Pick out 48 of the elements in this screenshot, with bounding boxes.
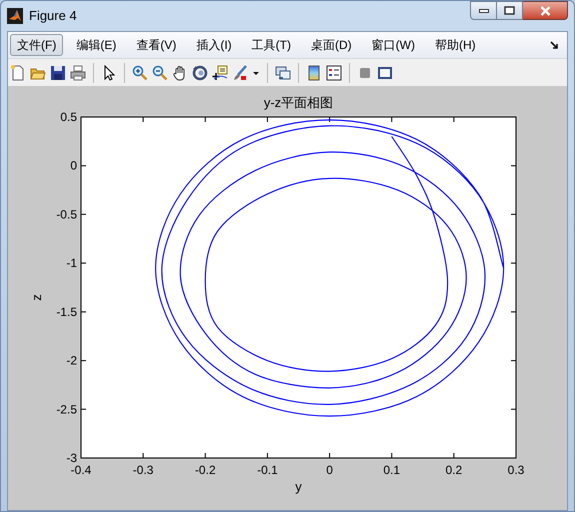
save-icon[interactable]	[50, 64, 66, 80]
dock-arrow-icon[interactable]	[550, 40, 559, 50]
tick-label: -1	[66, 256, 77, 270]
data-cursor-icon[interactable]	[212, 64, 228, 80]
tick-label: -0.5	[56, 207, 77, 222]
menu-item[interactable]: 编辑(E)	[69, 34, 124, 56]
app-logo-icon	[7, 8, 23, 24]
tick-label: -0.1	[257, 463, 278, 477]
restore-button[interactable]	[497, 1, 523, 20]
menu-item[interactable]: 工具(T)	[244, 34, 298, 56]
minimize-button[interactable]	[470, 1, 497, 20]
menu-item[interactable]: 文件(F)	[10, 34, 64, 56]
tick-label: -1.5	[56, 304, 77, 319]
chart-title: y-z平面相图	[264, 95, 334, 110]
menu-item[interactable]: 桌面(D)	[304, 34, 359, 56]
axis-label: y	[295, 479, 302, 494]
tick-label: -2	[66, 354, 77, 368]
window-title: Figure 4	[29, 7, 77, 26]
tick-label: 0	[326, 463, 333, 477]
menu-item[interactable]: 窗口(W)	[364, 34, 422, 56]
axis-label: z	[29, 294, 44, 301]
rotate-icon[interactable]	[192, 64, 208, 80]
tick-label: 0	[70, 158, 77, 173]
close-icon	[540, 6, 550, 16]
colorbar-icon[interactable]	[306, 64, 322, 80]
legend-icon[interactable]	[326, 64, 342, 80]
printer-icon[interactable]	[70, 64, 86, 80]
tick-label: 0.1	[383, 463, 400, 477]
menu-item[interactable]: 插入(I)	[189, 34, 239, 56]
link-icon[interactable]	[275, 64, 291, 80]
tick-label: -3	[66, 451, 77, 465]
zoom-in-icon[interactable]	[132, 64, 148, 80]
window-icon[interactable]	[377, 64, 393, 80]
zoom-out-icon[interactable]	[152, 64, 168, 80]
restore-icon	[504, 6, 515, 15]
menu-item[interactable]: 帮助(H)	[428, 34, 483, 56]
minimize-icon	[478, 8, 488, 12]
tick-label: 0.2	[446, 463, 462, 477]
new-file-icon[interactable]	[10, 64, 26, 80]
close-button[interactable]	[523, 1, 568, 20]
tick-label: 0.5	[60, 110, 77, 124]
tick-label: -0.3	[132, 463, 154, 477]
tick-label: -0.4	[70, 463, 92, 477]
tick-label: -2.5	[56, 402, 77, 416]
brush-icon[interactable]	[232, 64, 248, 80]
menu-item[interactable]: 查看(V)	[129, 34, 184, 56]
tick-label: 0.3	[508, 463, 524, 477]
tick-label: -0.2	[194, 463, 216, 477]
